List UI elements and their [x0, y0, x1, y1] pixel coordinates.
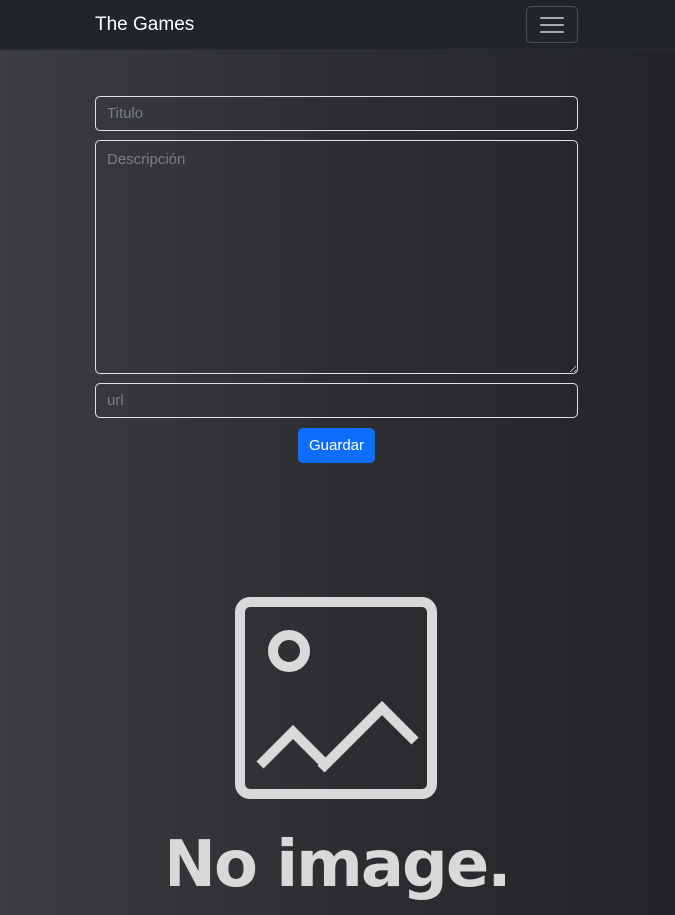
description-textarea[interactable]	[95, 140, 578, 374]
title-input[interactable]	[95, 96, 578, 131]
navbar-brand[interactable]: The Games	[95, 13, 194, 37]
navbar: The Games	[0, 0, 675, 50]
no-image-placeholder: No image.	[170, 597, 505, 902]
save-button[interactable]: Guardar	[298, 428, 375, 463]
url-input[interactable]	[95, 383, 578, 418]
image-placeholder-icon	[235, 597, 437, 799]
no-image-text: No image.	[170, 828, 505, 902]
navbar-toggler-button[interactable]	[526, 6, 578, 43]
